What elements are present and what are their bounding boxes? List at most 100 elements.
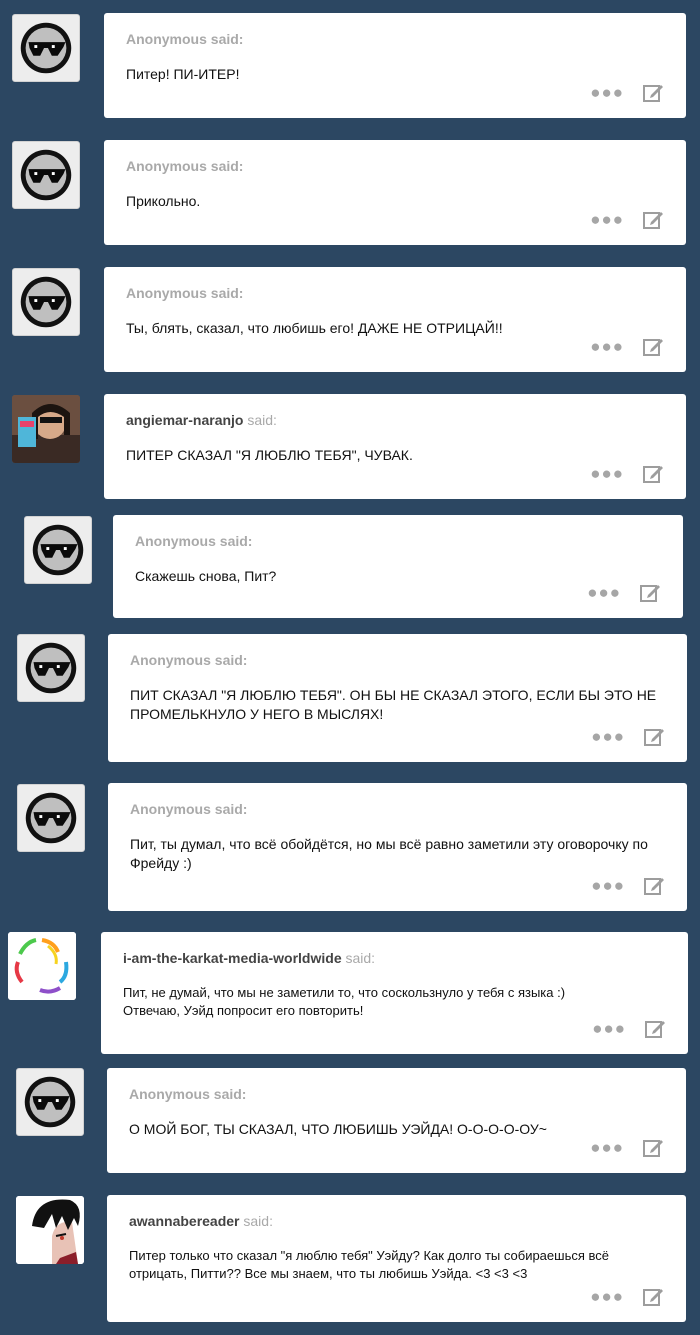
ellipsis-icon[interactable]: ●●● — [590, 464, 624, 484]
ellipsis-icon[interactable]: ●●● — [590, 83, 624, 103]
asker-name[interactable]: i-am-the-karkat-media-worldwide — [123, 950, 342, 966]
message-text: Ты, блять, сказал, что любишь его! ДАЖЕ … — [126, 320, 503, 336]
ask-card: Anonymous said: ПИТ СКАЗАЛ "Я ЛЮБЛЮ ТЕБЯ… — [108, 634, 687, 762]
avatar-anonymous[interactable] — [17, 784, 85, 852]
anonymous-sunglasses-icon — [25, 642, 77, 694]
message-text: Пит, не думай, что мы не заметили то, чт… — [123, 985, 566, 1018]
edit-icon[interactable] — [642, 336, 664, 358]
avatar-anonymous[interactable] — [12, 268, 80, 336]
edit-icon[interactable] — [642, 209, 664, 231]
post-controls: ●●● — [591, 726, 665, 748]
said-label: said: — [247, 412, 277, 428]
anonymous-sunglasses-icon — [24, 1076, 76, 1128]
ellipsis-icon[interactable]: ●●● — [591, 727, 625, 747]
asker-line: Anonymous said: — [129, 1086, 664, 1102]
anonymous-sunglasses-icon — [32, 524, 84, 576]
message-text: Пит, ты думал, что всё обойдётся, но мы … — [130, 836, 648, 871]
message-text: Питер! ПИ-ИТЕР! — [126, 66, 240, 82]
asker-line: angiemar-naranjo said: — [126, 412, 664, 428]
anonymous-sunglasses-icon — [25, 792, 77, 844]
anonymous-sunglasses-icon — [20, 22, 72, 74]
post-controls: ●●● — [590, 82, 664, 104]
avatar-user-logo[interactable] — [8, 932, 76, 1000]
ask-card: Anonymous said: Прикольно. ●●● — [104, 140, 686, 245]
said-label: said: — [214, 801, 248, 817]
ellipsis-icon[interactable]: ●●● — [591, 876, 625, 896]
ellipsis-icon[interactable]: ●●● — [587, 583, 621, 603]
edit-icon[interactable] — [639, 582, 661, 604]
avatar-anonymous[interactable] — [12, 14, 80, 82]
asker-name: Anonymous — [129, 1086, 210, 1102]
said-label: said: — [219, 533, 253, 549]
message-text: ПИТ СКАЗАЛ "Я ЛЮБЛЮ ТЕБЯ". ОН БЫ НЕ СКАЗ… — [130, 687, 657, 722]
avatar-anonymous[interactable] — [17, 634, 85, 702]
ellipsis-icon[interactable]: ●●● — [590, 1138, 624, 1158]
asker-line: Anonymous said: — [130, 652, 665, 668]
edit-icon[interactable] — [643, 726, 665, 748]
asker-name: Anonymous — [130, 652, 211, 668]
asker-name[interactable]: awannabereader — [129, 1213, 240, 1229]
message-text: Скажешь снова, Пит? — [135, 568, 277, 584]
asker-name: Anonymous — [135, 533, 216, 549]
ask-card: Anonymous said: Ты, блять, сказал, что л… — [104, 267, 686, 372]
edit-icon[interactable] — [642, 463, 664, 485]
said-label: said: — [243, 1213, 273, 1229]
ellipsis-icon[interactable]: ●●● — [590, 337, 624, 357]
asker-name: Anonymous — [126, 158, 207, 174]
said-label: said: — [210, 285, 244, 301]
edit-icon[interactable] — [642, 82, 664, 104]
asker-name: Anonymous — [126, 285, 207, 301]
asker-line: Anonymous said: — [135, 533, 661, 549]
asker-name[interactable]: angiemar-naranjo — [126, 412, 243, 428]
anonymous-sunglasses-icon — [20, 276, 72, 328]
post-controls: ●●● — [590, 463, 664, 485]
rainbow-pinwheel-icon — [8, 932, 76, 1000]
asker-name: Anonymous — [126, 31, 207, 47]
ask-card: Anonymous said: Скажешь снова, Пит? ●●● — [113, 515, 683, 618]
ellipsis-icon[interactable]: ●●● — [590, 1287, 624, 1307]
ellipsis-icon[interactable]: ●●● — [590, 210, 624, 230]
ask-card: awannabereader said: Питер только что ск… — [107, 1195, 686, 1322]
avatar-user-drawing[interactable] — [16, 1196, 84, 1264]
post-controls: ●●● — [592, 1018, 666, 1040]
message-text: О МОЙ БОГ, ТЫ СКАЗАЛ, ЧТО ЛЮБИШЬ УЭЙДА! … — [129, 1121, 547, 1137]
edit-icon[interactable] — [642, 1137, 664, 1159]
message-text: Питер только что сказал "я люблю тебя" У… — [129, 1248, 609, 1281]
asker-line: awannabereader said: — [129, 1213, 664, 1229]
ask-card: Anonymous said: Пит, ты думал, что всё о… — [108, 783, 687, 911]
asker-line: Anonymous said: — [126, 158, 664, 174]
said-label: said: — [345, 950, 376, 966]
asker-line: Anonymous said: — [126, 285, 664, 301]
asker-line: Anonymous said: — [126, 31, 664, 47]
ask-card: i-am-the-karkat-media-worldwide said: Пи… — [101, 932, 688, 1054]
post-controls: ●●● — [590, 209, 664, 231]
post-controls: ●●● — [590, 1286, 664, 1308]
said-label: said: — [210, 158, 244, 174]
anime-character-avatar-icon — [16, 1196, 84, 1264]
user-photo-icon — [12, 395, 80, 463]
post-controls: ●●● — [590, 1137, 664, 1159]
post-controls: ●●● — [587, 582, 661, 604]
avatar-anonymous[interactable] — [12, 141, 80, 209]
avatar-anonymous[interactable] — [24, 516, 92, 584]
post-controls: ●●● — [590, 336, 664, 358]
ask-card: Anonymous said: Питер! ПИ-ИТЕР! ●●● — [104, 13, 686, 118]
anonymous-sunglasses-icon — [20, 149, 72, 201]
ellipsis-icon[interactable]: ●●● — [592, 1019, 626, 1039]
message-text: ПИТЕР СКАЗАЛ "Я ЛЮБЛЮ ТЕБЯ", ЧУВАК. — [126, 447, 413, 463]
post-controls: ●●● — [591, 875, 665, 897]
edit-icon[interactable] — [644, 1018, 666, 1040]
asker-line: Anonymous said: — [130, 801, 665, 817]
said-label: said: — [210, 31, 244, 47]
ask-card: angiemar-naranjo said: ПИТЕР СКАЗАЛ "Я Л… — [104, 394, 686, 499]
avatar-user-photo[interactable] — [12, 395, 80, 463]
asker-line: i-am-the-karkat-media-worldwide said: — [123, 950, 666, 966]
asker-name: Anonymous — [130, 801, 211, 817]
said-label: said: — [214, 652, 248, 668]
avatar-anonymous[interactable] — [16, 1068, 84, 1136]
ask-card: Anonymous said: О МОЙ БОГ, ТЫ СКАЗАЛ, ЧТ… — [107, 1068, 686, 1173]
message-text: Прикольно. — [126, 193, 201, 209]
edit-icon[interactable] — [643, 875, 665, 897]
said-label: said: — [213, 1086, 247, 1102]
edit-icon[interactable] — [642, 1286, 664, 1308]
